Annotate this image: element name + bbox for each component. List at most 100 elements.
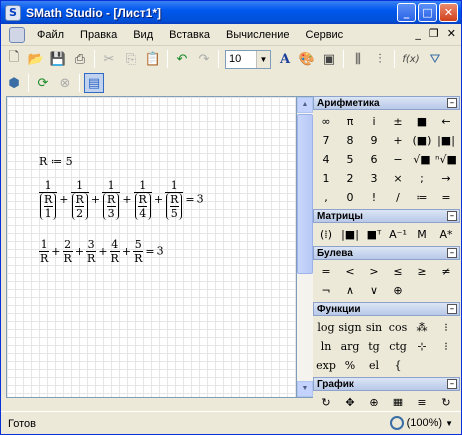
graph-button[interactable]: ▦: [386, 393, 410, 406]
assignment-expression[interactable]: R ≔ 5: [39, 155, 73, 168]
graph-button[interactable]: ⊕: [362, 393, 386, 406]
open-folder-icon[interactable]: 📂: [26, 49, 46, 69]
arithmetic-button[interactable]: ∞: [314, 112, 338, 131]
arithmetic-button[interactable]: 9: [362, 131, 386, 150]
paste-icon[interactable]: 📋: [143, 49, 163, 69]
panel-functions-header[interactable]: Функции –: [313, 302, 460, 316]
matrix-button[interactable]: (⁞): [314, 225, 338, 244]
graph-button[interactable]: ≡: [410, 393, 434, 406]
menu-insert[interactable]: Вставка: [163, 29, 220, 41]
save-icon[interactable]: 💾: [48, 49, 68, 69]
function-button[interactable]: {: [386, 356, 410, 375]
arithmetic-button[interactable]: −: [386, 150, 410, 169]
redo-icon[interactable]: ↷: [194, 49, 214, 69]
zoom-control[interactable]: (100%) ▼: [389, 416, 453, 430]
menu-calculation[interactable]: Вычисление: [220, 29, 300, 41]
function-button[interactable]: ⁂: [410, 318, 434, 337]
arithmetic-button[interactable]: 8: [338, 131, 362, 150]
zoom-icon[interactable]: [389, 416, 404, 430]
boolean-button[interactable]: ∨: [362, 281, 386, 300]
function-button[interactable]: arg: [338, 337, 362, 356]
mdi-close-button[interactable]: ✕: [447, 27, 456, 40]
collapse-icon[interactable]: –: [447, 304, 457, 314]
arithmetic-button[interactable]: 0: [338, 188, 362, 207]
function-button[interactable]: f(x): [399, 49, 423, 69]
equation-1[interactable]: 1 R 1 +1 R 2 +1 R 3 +1 R 4 +1 R 5 = 3: [39, 179, 204, 220]
matrix-button[interactable]: |■|: [338, 225, 362, 244]
function-button[interactable]: ⁝: [434, 318, 458, 337]
chevron-down-icon[interactable]: ▼: [256, 50, 270, 68]
recalculate-icon[interactable]: ⟳: [33, 73, 53, 93]
panel-graph-header[interactable]: График –: [313, 377, 460, 391]
arithmetic-button[interactable]: !: [362, 188, 386, 207]
boolean-button[interactable]: <: [338, 262, 362, 281]
function-button[interactable]: ctg: [386, 337, 410, 356]
boolean-button[interactable]: ≥: [410, 262, 434, 281]
arithmetic-button[interactable]: |■|: [434, 131, 458, 150]
function-button[interactable]: tg: [362, 337, 386, 356]
panel-boolean-header[interactable]: Булева –: [313, 246, 460, 260]
arithmetic-button[interactable]: ±: [386, 112, 410, 131]
arithmetic-button[interactable]: ;: [410, 169, 434, 188]
function-button[interactable]: log: [314, 318, 338, 337]
arithmetic-button[interactable]: ■: [410, 112, 434, 131]
boolean-button[interactable]: ≤: [386, 262, 410, 281]
panel-matrices-header[interactable]: Матрицы –: [313, 209, 460, 223]
text-format-icon[interactable]: A: [275, 49, 295, 69]
menu-file[interactable]: Файл: [31, 29, 74, 41]
arithmetic-button[interactable]: ≔: [410, 188, 434, 207]
mdi-restore-button[interactable]: ❐: [429, 27, 439, 40]
title-bar[interactable]: S SMath Studio - [Лист1*] _ □ ✕: [1, 1, 461, 24]
arithmetic-button[interactable]: 7: [314, 131, 338, 150]
arithmetic-button[interactable]: 4: [314, 150, 338, 169]
collapse-icon[interactable]: –: [447, 211, 457, 221]
equation-2[interactable]: 1 R +2 R +3 R +4 R +5 R = 3: [39, 238, 164, 265]
panel-toggle-icon[interactable]: ▤: [84, 73, 104, 93]
graph-button[interactable]: ↻: [434, 393, 458, 406]
function-button[interactable]: cos: [386, 318, 410, 337]
cut-icon[interactable]: ✂: [99, 49, 119, 69]
vertical-scrollbar[interactable]: ▲ ▼: [297, 96, 313, 398]
align-icon[interactable]: ⫼: [348, 49, 368, 69]
arithmetic-button[interactable]: 5: [338, 150, 362, 169]
matrix-button[interactable]: M: [410, 225, 434, 244]
function-button[interactable]: %: [338, 356, 362, 375]
worksheet-canvas[interactable]: R ≔ 5 1 R 1 +1 R 2 +1 R 3 +1 R 4 +1 R 5 = 3 1 R +2 R +3 R +4 R +…: [6, 96, 297, 398]
boolean-button[interactable]: ⊕: [386, 281, 410, 300]
palette-icon[interactable]: 🎨: [297, 49, 317, 69]
arithmetic-button[interactable]: (■): [410, 131, 434, 150]
matrix-button[interactable]: ■ᵀ: [362, 225, 386, 244]
arithmetic-button[interactable]: ⁿ√■: [434, 150, 458, 169]
close-button[interactable]: ✕: [439, 3, 458, 22]
filter-icon[interactable]: ⛛: [425, 49, 445, 69]
print-icon[interactable]: ⎙: [70, 49, 90, 69]
border-icon[interactable]: ▣: [319, 49, 339, 69]
stop-icon[interactable]: ⊗: [55, 73, 75, 93]
arithmetic-button[interactable]: 3: [362, 169, 386, 188]
boolean-button[interactable]: ∧: [338, 281, 362, 300]
function-button[interactable]: sin: [362, 318, 386, 337]
function-button[interactable]: el: [362, 356, 386, 375]
collapse-icon[interactable]: –: [447, 379, 457, 389]
graph-button[interactable]: ↻: [314, 393, 338, 406]
collapse-icon[interactable]: –: [447, 98, 457, 108]
menu-view[interactable]: Вид: [127, 29, 163, 41]
function-button[interactable]: ln: [314, 337, 338, 356]
matrix-button[interactable]: A⁻¹: [386, 225, 410, 244]
arithmetic-button[interactable]: 2: [338, 169, 362, 188]
arithmetic-button[interactable]: +: [386, 131, 410, 150]
boolean-button[interactable]: ≠: [434, 262, 458, 281]
matrix-button[interactable]: A*: [434, 225, 458, 244]
menu-service[interactable]: Сервис: [300, 29, 354, 41]
maximize-button[interactable]: □: [418, 3, 437, 22]
function-button[interactable]: ⁝: [434, 337, 458, 356]
menu-edit[interactable]: Правка: [74, 29, 127, 41]
chevron-down-icon[interactable]: ▼: [445, 419, 453, 428]
arithmetic-button[interactable]: 6: [362, 150, 386, 169]
mdi-minimize-button[interactable]: _: [415, 27, 421, 40]
boolean-button[interactable]: ¬: [314, 281, 338, 300]
arithmetic-button[interactable]: ×: [386, 169, 410, 188]
graph-button[interactable]: ✥: [338, 393, 362, 406]
scroll-thumb[interactable]: [297, 114, 313, 274]
new-file-icon[interactable]: 🗋: [4, 49, 24, 69]
